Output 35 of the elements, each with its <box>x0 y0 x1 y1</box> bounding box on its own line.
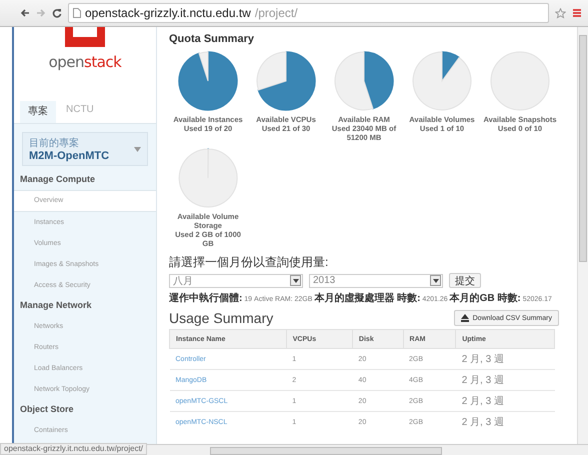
section-title: Usage Summary <box>169 310 274 326</box>
table-cell: 2 月, 3 週 <box>456 348 554 370</box>
reload-icon[interactable] <box>52 8 62 18</box>
year-select[interactable]: 2013 <box>309 274 443 288</box>
pie-slice <box>490 52 550 110</box>
pie-slice <box>178 148 238 208</box>
scrollbar-thumb[interactable] <box>210 446 442 454</box>
month-prompt: 請選擇一個月份以查詢使用量: <box>169 254 330 271</box>
sidebar-tab[interactable]: NCTU <box>58 101 102 123</box>
status-url: openstack-grizzly.it.nctu.edu.tw/project/ <box>0 443 148 455</box>
logo: openstack <box>48 53 122 71</box>
sidebar-tab[interactable]: 專案 <box>20 101 56 123</box>
nav-section-title: Manage Compute <box>19 173 96 186</box>
menu-icon[interactable] <box>572 8 582 18</box>
upload-icon <box>460 314 469 322</box>
back-icon[interactable] <box>20 8 30 18</box>
logo-icon <box>65 27 105 47</box>
address-field[interactable]: openstack-grizzly.it.nctu.edu.tw /project/ <box>68 3 549 23</box>
project-selector[interactable]: 目前的專案 M2M-OpenMTC <box>22 132 148 166</box>
table-cell: 2 月, 3 週 <box>456 370 554 390</box>
vertical-scrollbar[interactable] <box>577 27 588 444</box>
nav-section-title: Object Store <box>19 403 75 416</box>
pie-slice <box>363 51 394 110</box>
section-title: Quota Summary <box>169 33 255 45</box>
month-select[interactable]: 八月 <box>169 274 303 288</box>
caret-icon <box>134 146 141 152</box>
forward-icon[interactable] <box>36 8 46 18</box>
scrollbar-thumb[interactable] <box>579 35 587 262</box>
pie-slice <box>334 52 374 110</box>
page-icon <box>73 8 81 18</box>
nav-section-title: Manage Network <box>19 299 93 312</box>
star-icon[interactable] <box>555 8 566 18</box>
table-cell: 2 月, 3 週 <box>456 412 554 432</box>
table-cell: 2 月, 3 週 <box>456 390 554 412</box>
submit-button[interactable]: 提交 <box>449 273 481 288</box>
